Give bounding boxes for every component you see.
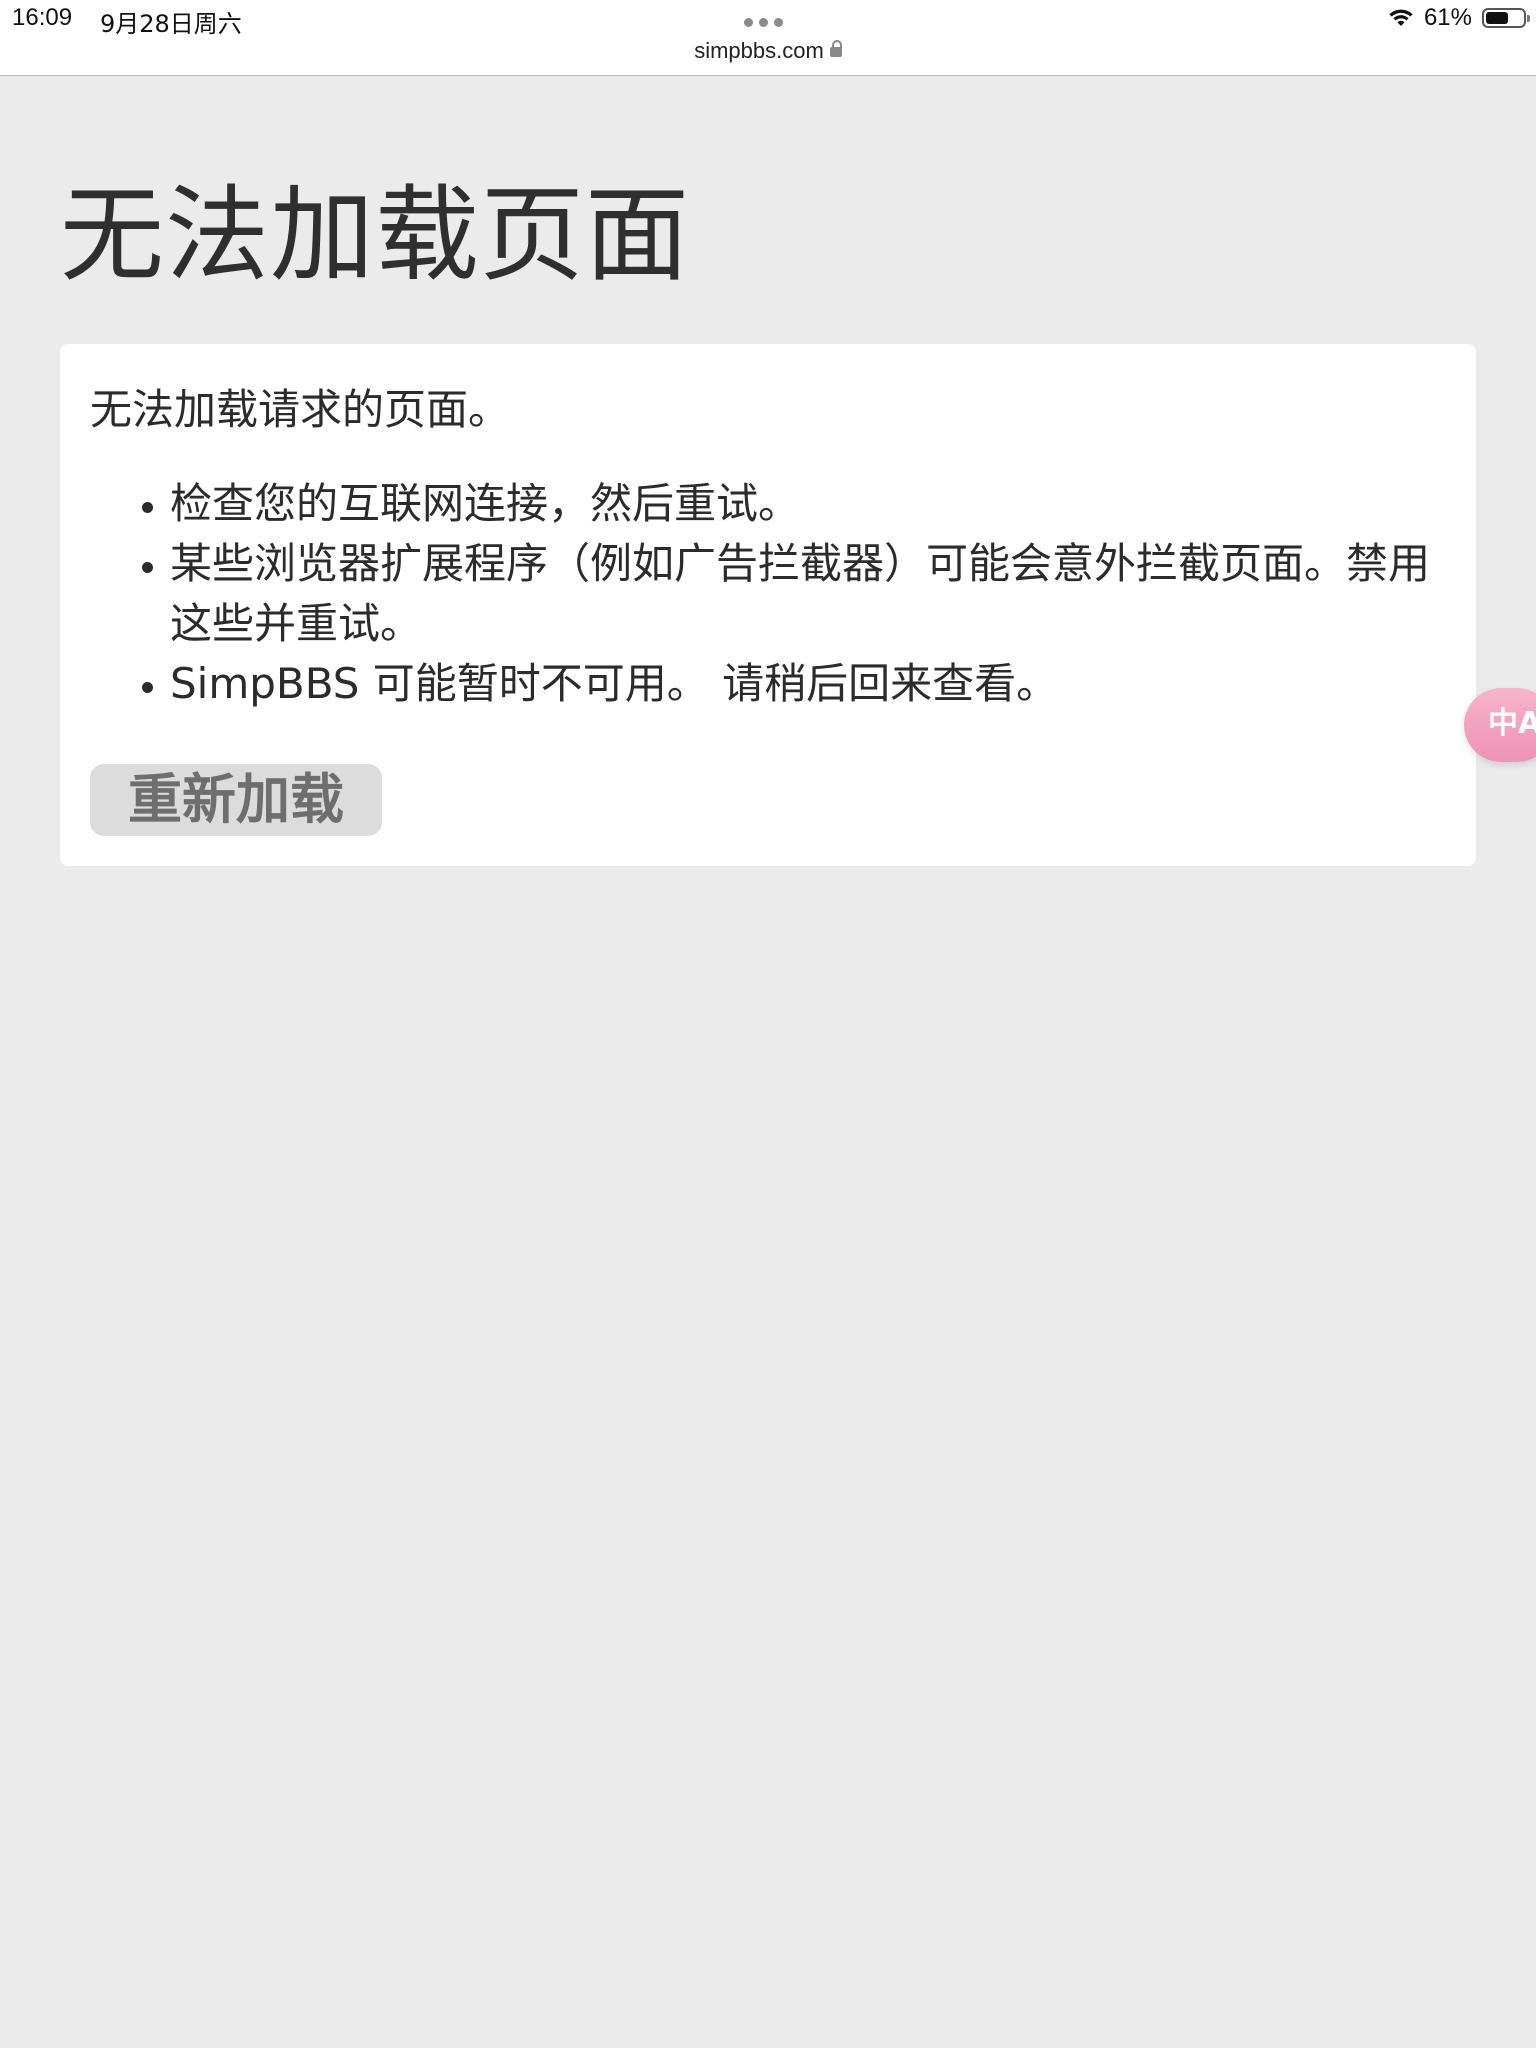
tip-item: 检查您的互联网连接，然后重试。 <box>170 474 1450 534</box>
battery-icon <box>1482 8 1530 28</box>
battery-percent: 61% <box>1423 4 1472 31</box>
status-time: 16:09 <box>12 4 73 31</box>
address-bar[interactable]: simpbbs.com <box>0 38 1536 64</box>
lock-icon <box>829 40 842 57</box>
more-dots-icon[interactable] <box>744 18 783 27</box>
error-intro: 无法加载请求的页面。 <box>90 385 511 434</box>
status-date: 9月28日周六 <box>100 10 242 38</box>
url-text[interactable]: simpbbs.com <box>694 38 824 63</box>
wifi-icon <box>1389 9 1413 26</box>
reload-button[interactable]: 重新加载 <box>90 764 382 836</box>
tips-list: 检查您的互联网连接，然后重试。 某些浏览器扩展程序（例如广告拦截器）可能会意外拦… <box>110 474 1450 714</box>
translate-button[interactable]: 中A <box>1464 688 1536 762</box>
error-card: 无法加载请求的页面。 检查您的互联网连接，然后重试。 某些浏览器扩展程序（例如广… <box>60 344 1476 866</box>
status-bar: 16:09 9月28日周六 simpbbs.com 61% <box>0 0 1536 76</box>
page-title: 无法加载页面 <box>60 174 691 296</box>
tip-item: SimpBBS 可能暂时不可用。 请稍后回来查看。 <box>170 654 1450 714</box>
battery-fill <box>1486 12 1508 24</box>
status-right: 61% <box>1388 4 1530 32</box>
tip-item: 某些浏览器扩展程序（例如广告拦截器）可能会意外拦截页面。禁用这些并重试。 <box>170 534 1450 654</box>
translate-icon: 中A <box>1488 706 1536 741</box>
